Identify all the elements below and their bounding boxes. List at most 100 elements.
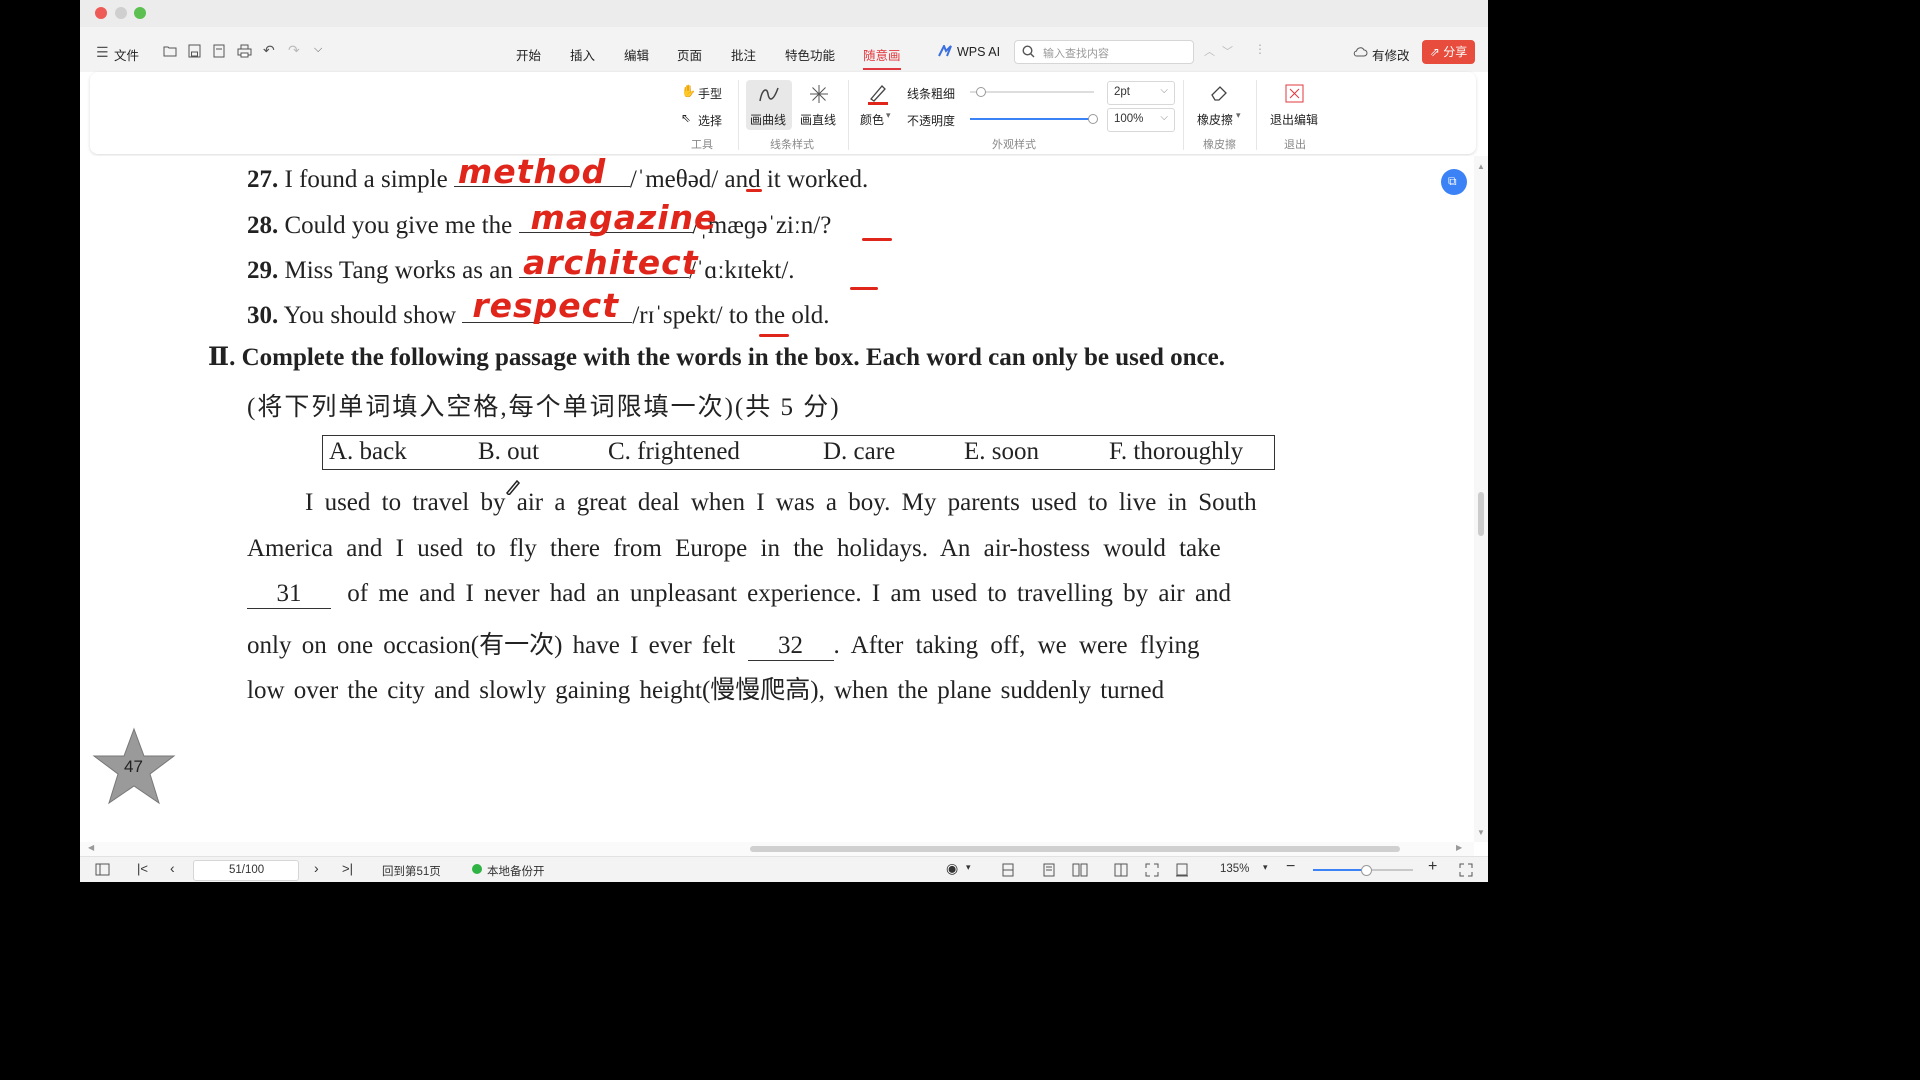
handwritten-answer: method (457, 152, 607, 191)
wps-ai-icon (938, 45, 952, 57)
search-icon (1022, 45, 1035, 58)
hand-tool-icon[interactable]: ✋ (681, 84, 696, 98)
single-page-view-icon[interactable] (1042, 863, 1056, 877)
eraser-button[interactable]: 橡皮擦 (1197, 111, 1233, 128)
divider (848, 80, 849, 150)
hamburger-icon[interactable]: ☰ (96, 44, 109, 61)
page-number-input[interactable]: 51/100 (193, 860, 299, 881)
scroll-down-icon[interactable]: ▼ (1477, 828, 1485, 837)
chevron-down-icon[interactable]: ▾ (1263, 862, 1268, 873)
question-tail: /rɪˈspekt/ to the old. (632, 302, 830, 329)
opacity-value: 100% (1114, 113, 1144, 125)
next-page-icon[interactable]: › (314, 860, 319, 876)
question-number: 29. (247, 257, 279, 284)
vertical-scrollbar[interactable]: ▲ ▼ (1474, 156, 1488, 842)
exit-edit-icon[interactable] (1285, 84, 1304, 103)
tab-free-draw[interactable]: 随意画 (863, 45, 901, 70)
chevron-down-icon[interactable]: ▾ (886, 110, 891, 121)
share-button[interactable]: ⇗ 分享 (1422, 40, 1475, 64)
bookmark-view-icon[interactable] (1175, 863, 1189, 877)
straight-line-icon (810, 85, 828, 103)
select-arrow-icon[interactable]: ⇖ (681, 111, 691, 125)
tools-group-label: 工具 (691, 139, 713, 151)
question-30: 30. You should show respect /rɪˈspekt/ t… (247, 286, 830, 330)
goto-page-button[interactable]: 回到第51页 (382, 863, 441, 879)
scroll-up-icon[interactable]: ▲ (1477, 162, 1485, 171)
wps-ai-button[interactable]: WPS AI (957, 45, 1000, 59)
slider-handle[interactable] (976, 87, 986, 97)
share-label: 分享 (1443, 45, 1468, 59)
backup-status[interactable]: 本地备份开 (487, 863, 545, 879)
line-width-slider[interactable] (970, 87, 1094, 97)
opacity-select[interactable]: 100% ⌵ (1107, 108, 1175, 132)
passage-text: of me and I never had an unpleasant expe… (347, 580, 1232, 607)
first-page-icon[interactable]: |< (137, 861, 148, 876)
exit-group-label: 退出 (1284, 139, 1306, 151)
scrollbar-thumb[interactable] (750, 846, 1400, 852)
select-tool-label[interactable]: 选择 (698, 112, 722, 129)
handwritten-answer: respect (472, 286, 619, 325)
sidebar-toggle-icon[interactable] (95, 863, 110, 876)
question-text: You should show (283, 302, 457, 329)
zoom-out-icon[interactable]: − (1286, 858, 1295, 876)
chevron-down-icon[interactable]: ▾ (1236, 110, 1241, 121)
continuous-view-icon[interactable] (1001, 863, 1015, 877)
tab-start[interactable]: 开始 (516, 45, 541, 64)
blank-31: 31 (247, 580, 331, 609)
line-width-select[interactable]: 2pt ⌵ (1107, 81, 1175, 105)
pen-color-icon[interactable] (867, 83, 889, 105)
undo-icon[interactable]: ↶ (263, 42, 275, 59)
eraser-group-label: 橡皮擦 (1203, 139, 1236, 151)
save-icon[interactable] (188, 44, 201, 58)
exit-edit-button[interactable]: 退出编辑 (1270, 111, 1318, 128)
passage-line: I used to travel by air a great deal whe… (247, 489, 1352, 517)
open-folder-icon[interactable] (163, 45, 177, 57)
opacity-slider[interactable] (970, 114, 1098, 124)
zoom-slider[interactable] (1313, 865, 1413, 876)
fit-width-icon[interactable] (1114, 863, 1128, 877)
scroll-left-icon[interactable]: ◀ (88, 843, 94, 852)
minimize-window-button[interactable] (115, 7, 127, 19)
zoom-in-icon[interactable]: + (1428, 858, 1437, 876)
two-page-view-icon[interactable] (1072, 863, 1088, 877)
file-menu[interactable]: 文件 (114, 45, 139, 64)
tab-special-features[interactable]: 特色功能 (785, 45, 835, 64)
search-prev-icon[interactable]: ︿ (1204, 43, 1215, 59)
zoom-level[interactable]: 135% (1220, 863, 1249, 875)
section-subtitle: (将下列单词填入空格,每个单词限填一次)(共 5 分) (247, 394, 841, 421)
section-title: Complete the following passage with the … (241, 344, 1225, 371)
draw-straight-line-button[interactable]: 画直线 (796, 80, 842, 130)
passage-text: only on one occasion(有一次) have I ever fe… (247, 632, 736, 659)
last-page-icon[interactable]: >| (342, 861, 353, 876)
print-icon[interactable] (237, 44, 252, 58)
hand-tool-label[interactable]: 手型 (698, 85, 722, 102)
color-label[interactable]: 颜色 (860, 111, 884, 128)
prev-page-icon[interactable]: ‹ (170, 860, 175, 876)
print-preview-icon[interactable] (212, 44, 226, 58)
floating-translate-button[interactable]: ⧉ (1441, 169, 1467, 195)
scrollbar-thumb[interactable] (1478, 492, 1484, 536)
modified-status[interactable]: 有修改 (1372, 45, 1410, 64)
tab-insert[interactable]: 插入 (570, 45, 595, 64)
slider-handle[interactable] (1361, 865, 1372, 876)
search-input[interactable]: 输入查找内容 (1014, 40, 1194, 64)
horizontal-scrollbar[interactable]: ◀ ▶ (80, 842, 1474, 856)
chevron-down-icon[interactable]: ▾ (966, 862, 971, 873)
search-next-icon[interactable]: ﹀ (1222, 43, 1233, 59)
tab-page[interactable]: 页面 (677, 45, 702, 64)
redo-icon[interactable]: ↷ (288, 42, 300, 59)
scroll-right-icon[interactable]: ▶ (1456, 843, 1462, 852)
more-options-icon[interactable]: ⋮ (1254, 42, 1266, 56)
eye-icon[interactable]: ◉ (946, 860, 958, 877)
close-window-button[interactable] (95, 7, 107, 19)
fit-page-icon[interactable] (1145, 863, 1159, 877)
passage-text: . After taking off, we were flying (833, 632, 1200, 659)
eraser-icon[interactable] (1209, 84, 1229, 102)
tab-annotate[interactable]: 批注 (731, 45, 756, 64)
tab-edit[interactable]: 编辑 (624, 45, 649, 64)
zoom-window-button[interactable] (134, 7, 146, 19)
chevron-down-icon[interactable]: ⌵ (314, 43, 322, 56)
draw-curve-button[interactable]: 画曲线 (746, 80, 792, 130)
fullscreen-icon[interactable] (1459, 863, 1473, 877)
slider-handle[interactable] (1088, 114, 1098, 124)
